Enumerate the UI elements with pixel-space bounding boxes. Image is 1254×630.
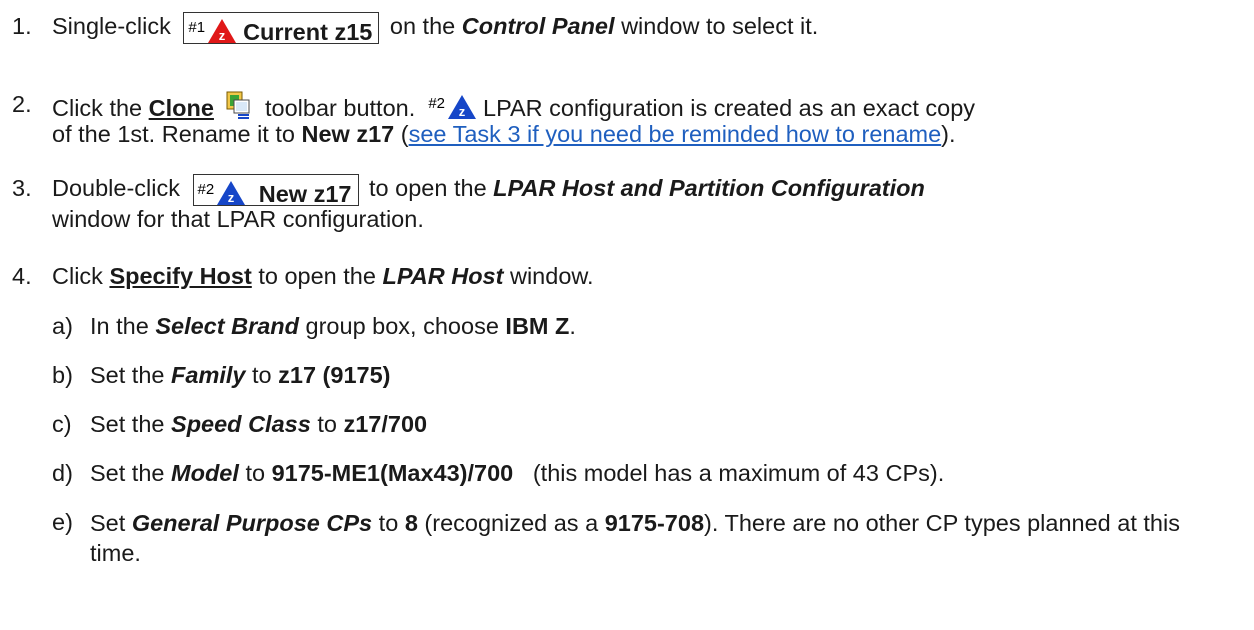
step-number: 3. <box>12 175 32 201</box>
svg-text:z: z <box>228 190 235 205</box>
paren: ( <box>400 121 409 147</box>
step-text: Click <box>52 263 103 289</box>
window-name: Control Panel <box>461 13 615 39</box>
step-text: group box, choose <box>305 313 499 339</box>
field-value: z17 (9175) <box>278 362 391 388</box>
svg-text:z: z <box>459 104 466 119</box>
lpar-config-new-z17: #2 z New z17 <box>192 174 359 207</box>
field-value: 8 <box>404 510 418 536</box>
window-name: LPAR Host and Partition Configuration <box>493 175 925 201</box>
field-name: Family <box>171 362 246 388</box>
step-text: (this model has a maximum of 43 CPs). <box>519 460 945 486</box>
step-text: on the <box>389 13 456 39</box>
step-text: to open the <box>258 263 376 289</box>
step-text: window for that LPAR configuration. <box>52 206 424 232</box>
svg-text:z: z <box>219 28 226 43</box>
substep-letter: b) <box>52 362 73 388</box>
step-text: toolbar button. <box>265 95 416 121</box>
config-number-tag: #1 <box>188 19 206 36</box>
field-value: z17/700 <box>343 411 428 437</box>
step-text: Double-click <box>52 175 180 201</box>
step-text: Click the <box>52 95 143 121</box>
step-text: to <box>252 362 272 388</box>
blue-lpar-z-icon: z <box>217 181 246 205</box>
substep-letter: a) <box>52 313 73 339</box>
field-name: General Purpose CPs <box>131 510 373 536</box>
step-number: 2. <box>12 91 32 117</box>
step-text: . <box>569 313 576 339</box>
step-text: to <box>378 510 399 536</box>
rename-help-link[interactable]: see Task 3 if you need be reminded how t… <box>409 121 942 147</box>
model-value: 9175-708 <box>604 510 705 536</box>
substep-letter: e) <box>52 509 73 535</box>
step-text: Set the <box>90 460 165 486</box>
paren: ). <box>941 121 956 147</box>
config-name: Current z15 <box>243 19 373 45</box>
step-text: Single-click <box>52 13 171 39</box>
config-number-tag: #2 <box>197 181 215 198</box>
step-text: window. <box>509 263 594 289</box>
step-text: (recognized as a <box>424 510 599 536</box>
step-text: Set the <box>90 411 165 437</box>
step-text: to open the <box>369 175 487 201</box>
field-name: Speed Class <box>171 411 311 437</box>
field-value: 9175-ME1(Max43)/700 <box>271 460 514 486</box>
step-text: to <box>245 460 266 486</box>
blue-lpar-z-icon: z <box>448 95 476 119</box>
config-number-tag: #2 <box>428 95 445 112</box>
step-text: LPAR configuration is created as an exac… <box>483 95 976 121</box>
substep-letter: c) <box>52 411 72 437</box>
step-number: 1. <box>12 13 32 39</box>
step-text: In the <box>90 313 149 339</box>
field-name: Model <box>171 460 239 486</box>
substep-letter: d) <box>52 460 73 486</box>
step-text: window to select it. <box>621 13 819 39</box>
step-number: 4. <box>12 263 32 289</box>
new-config-name: New z17 <box>301 121 395 147</box>
step-text: Set <box>90 510 126 536</box>
window-name: LPAR Host <box>382 263 504 289</box>
red-lpar-z-icon: z <box>208 19 237 43</box>
field-value: IBM Z <box>505 313 570 339</box>
field-name: Select Brand <box>155 313 299 339</box>
step-text: to <box>317 411 337 437</box>
specify-host-button-label: Specify Host <box>109 263 252 289</box>
config-name: New z17 <box>258 181 352 207</box>
lpar-config-current-z15: #1 z Current z15 <box>183 12 380 45</box>
step-text: Set the <box>90 362 165 388</box>
step-text: of the 1st. Rename it to <box>52 121 295 147</box>
clone-icon <box>226 91 250 119</box>
clone-button-label: Clone <box>148 95 214 121</box>
